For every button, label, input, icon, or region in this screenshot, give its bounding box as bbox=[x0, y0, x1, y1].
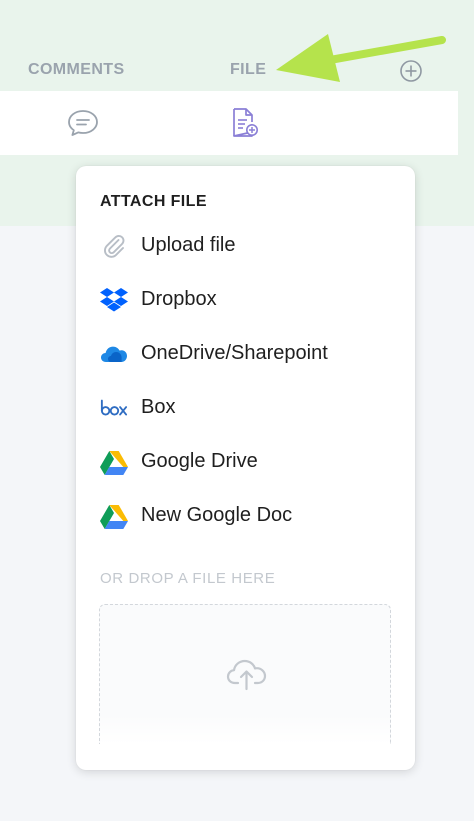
tab-comments[interactable]: COMMENTS bbox=[28, 61, 125, 79]
menu-item-new-google-doc[interactable]: New Google Doc bbox=[76, 489, 415, 543]
file-drop-zone[interactable] bbox=[99, 604, 391, 744]
speech-bubble-icon[interactable] bbox=[66, 108, 100, 138]
menu-item-onedrive[interactable]: OneDrive/Sharepoint bbox=[76, 327, 415, 381]
menu-item-label: Upload file bbox=[141, 234, 236, 256]
menu-item-upload-file[interactable]: Upload file bbox=[76, 219, 415, 273]
menu-item-dropbox[interactable]: Dropbox bbox=[76, 273, 415, 327]
menu-items: Upload file Dropbox OneDrive/Sharepoint … bbox=[76, 219, 415, 543]
box-icon bbox=[100, 394, 128, 422]
menu-item-label: OneDrive/Sharepoint bbox=[141, 342, 328, 364]
pointer-arrow-icon bbox=[276, 34, 446, 82]
google-drive-icon bbox=[100, 448, 128, 476]
document-plus-icon[interactable] bbox=[231, 107, 259, 139]
menu-item-label: New Google Doc bbox=[141, 504, 293, 526]
menu-title: ATTACH FILE bbox=[100, 193, 207, 210]
menu-item-google-drive[interactable]: Google Drive bbox=[76, 435, 415, 489]
drop-zone-fade bbox=[100, 714, 390, 744]
menu-item-box[interactable]: Box bbox=[76, 381, 415, 435]
paperclip-icon bbox=[100, 232, 128, 260]
cloud-upload-icon bbox=[226, 659, 267, 691]
tab-icon-bar bbox=[0, 91, 458, 155]
dropbox-icon bbox=[100, 286, 128, 314]
menu-item-label: Google Drive bbox=[141, 450, 258, 472]
onedrive-icon bbox=[100, 340, 128, 368]
google-drive-icon bbox=[100, 502, 128, 530]
menu-item-label: Box bbox=[141, 396, 176, 418]
attach-file-menu: ATTACH FILE Upload file Dropbox OneDrive… bbox=[76, 166, 415, 770]
menu-item-label: Dropbox bbox=[141, 288, 217, 310]
tab-file[interactable]: FILE bbox=[230, 61, 266, 79]
drop-label: OR DROP A FILE HERE bbox=[100, 570, 276, 587]
